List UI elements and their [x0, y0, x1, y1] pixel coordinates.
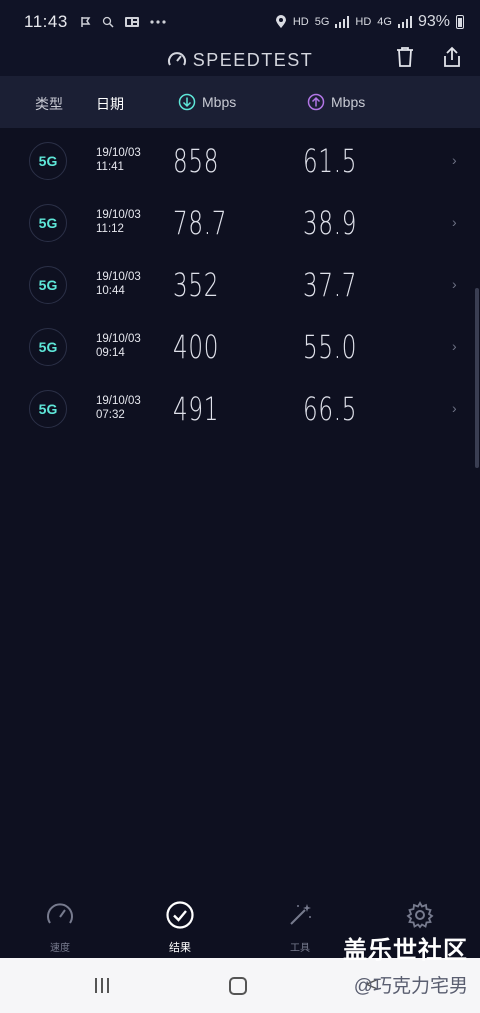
tab-tools[interactable]: 工具 — [260, 900, 340, 954]
result-datetime: 19/10/03 11:41 — [96, 146, 141, 174]
check-circle-icon — [166, 901, 194, 929]
more-icon — [150, 20, 166, 24]
tab-speed[interactable]: 速度 — [20, 900, 100, 954]
hd-label: HD — [292, 16, 309, 28]
result-date: 19/10/03 — [96, 147, 141, 159]
download-speed: 400 — [173, 328, 220, 366]
result-date: 19/10/03 — [96, 271, 141, 283]
chevron-right-icon: › — [452, 214, 457, 230]
network-5g-label: 5G — [314, 16, 330, 28]
result-time: 10:44 — [96, 285, 125, 297]
upload-speed: 61.5 — [303, 142, 358, 180]
result-datetime: 19/10/03 07:32 — [96, 394, 141, 422]
header-date[interactable]: 日期 — [96, 94, 124, 114]
tab-tools-label: 工具 — [290, 943, 310, 954]
chevron-right-icon: › — [452, 400, 457, 416]
header-type[interactable]: 类型 — [35, 94, 63, 114]
recent-apps-icon[interactable] — [95, 978, 109, 993]
download-icon — [178, 93, 196, 111]
gear-icon — [406, 901, 434, 929]
signal-icon-2 — [397, 16, 412, 28]
result-time: 11:12 — [96, 223, 124, 235]
connection-type-badge: 5G — [29, 390, 67, 428]
network-4g-label: 4G — [377, 16, 392, 28]
app-bar: SPEEDTEST — [0, 44, 480, 76]
upload-unit: Mbps — [331, 94, 366, 110]
result-datetime: 19/10/03 10:44 — [96, 270, 141, 298]
news-icon — [124, 17, 139, 27]
location-icon — [275, 15, 286, 28]
flag-icon — [81, 17, 91, 27]
chevron-right-icon: › — [452, 276, 457, 292]
hd-label-2: HD — [355, 16, 372, 28]
signal-icon — [335, 16, 350, 28]
upload-icon — [307, 93, 325, 111]
header-download[interactable]: Mbps — [178, 93, 236, 111]
result-row[interactable]: 5G 19/10/03 11:41 858 61.5 › — [0, 128, 480, 190]
result-time: 09:14 — [96, 347, 125, 359]
result-row[interactable]: 5G 19/10/03 11:12 78.7 38.9 › — [0, 190, 480, 252]
connection-type-badge: 5G — [29, 328, 67, 366]
result-date: 19/10/03 — [96, 333, 141, 345]
tab-speed-label: 速度 — [50, 943, 70, 954]
watermark-author: @巧克力宅男 — [353, 976, 468, 997]
tab-results-label: 结果 — [169, 942, 191, 954]
result-date: 19/10/03 — [96, 209, 141, 221]
battery-percent: 93% — [417, 13, 450, 30]
download-speed: 78.7 — [173, 204, 228, 242]
result-datetime: 19/10/03 11:12 — [96, 208, 141, 236]
system-indicators: HD 5G HD 4G 93% — [275, 13, 464, 31]
upload-speed: 66.5 — [303, 390, 358, 428]
result-time: 07:32 — [96, 409, 125, 421]
result-datetime: 19/10/03 09:14 — [96, 332, 141, 360]
connection-type-badge: 5G — [29, 142, 67, 180]
download-unit: Mbps — [202, 94, 237, 110]
speedometer-logo-icon — [167, 52, 186, 66]
watermark: 盖乐世社区 @巧克力宅男 — [343, 930, 468, 998]
download-speed: 352 — [173, 266, 220, 304]
app-logo: SPEEDTEST — [167, 50, 314, 71]
result-time: 11:41 — [96, 161, 124, 173]
tab-results[interactable]: 结果 — [140, 900, 220, 955]
result-date: 19/10/03 — [96, 395, 141, 407]
share-icon[interactable] — [442, 46, 462, 68]
download-speed: 491 — [173, 390, 220, 428]
results-header: 类型 日期 Mbps Mbps — [0, 76, 480, 128]
upload-speed: 37.7 — [303, 266, 358, 304]
chevron-right-icon: › — [452, 152, 457, 168]
app-title: SPEEDTEST — [192, 49, 314, 70]
connection-type-badge: 5G — [29, 204, 67, 242]
chevron-right-icon: › — [452, 338, 457, 354]
header-upload[interactable]: Mbps — [307, 93, 365, 111]
connection-type-badge: 5G — [29, 266, 67, 304]
result-row[interactable]: 5G 19/10/03 09:14 400 55.0 › — [0, 314, 480, 376]
upload-speed: 38.9 — [303, 204, 358, 242]
home-icon[interactable] — [229, 977, 247, 995]
magic-wand-icon — [290, 904, 311, 925]
download-speed: 858 — [173, 142, 220, 180]
watermark-title: 盖乐世社区 — [343, 937, 468, 964]
battery-icon — [456, 15, 464, 29]
status-bar: 11:43 HD 5G HD 4G 93% — [0, 0, 480, 44]
notification-icons — [80, 16, 166, 28]
result-row[interactable]: 5G 19/10/03 07:32 491 66.5 › — [0, 376, 480, 438]
search-icon — [102, 16, 114, 28]
result-row[interactable]: 5G 19/10/03 10:44 352 37.7 › — [0, 252, 480, 314]
results-list: 5G 19/10/03 11:41 858 61.5 › 5G 19/10/03… — [0, 128, 480, 438]
speedometer-icon — [47, 903, 73, 924]
trash-icon[interactable] — [395, 46, 415, 68]
clock: 11:43 — [24, 12, 68, 31]
scrollbar[interactable] — [475, 288, 479, 468]
upload-speed: 55.0 — [303, 328, 358, 366]
